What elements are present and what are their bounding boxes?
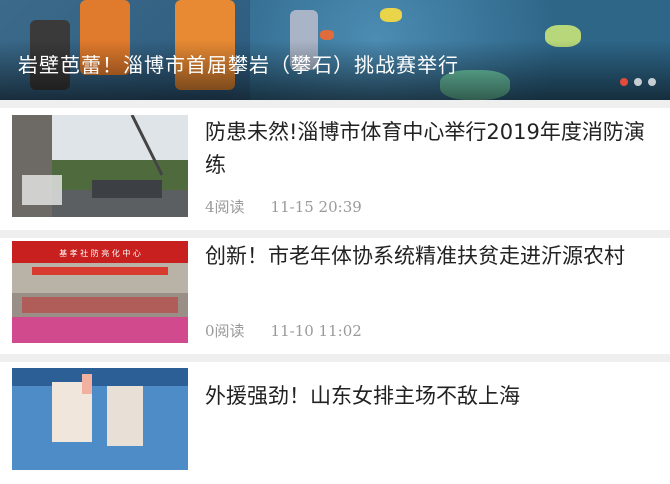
- banner-title[interactable]: 岩壁芭蕾！淄博市首届攀岩（攀石）挑战赛举行: [18, 49, 459, 78]
- news-meta: 4阅读 11-15 20:39: [205, 196, 362, 217]
- news-title[interactable]: 防患未然!淄博市体育中心举行2019年度消防演练: [205, 116, 645, 182]
- publish-time: 11-15 20:39: [270, 198, 362, 216]
- publish-time: 11-10 11:02: [270, 322, 362, 340]
- carousel-indicators: [620, 78, 656, 86]
- banner-carousel[interactable]: 岩壁芭蕾！淄博市首届攀岩（攀石）挑战赛举行: [0, 0, 670, 100]
- news-title[interactable]: 创新！市老年体协系统精准扶贫走进沂源农村: [205, 240, 645, 273]
- carousel-dot[interactable]: [648, 78, 656, 86]
- divider: [0, 230, 670, 238]
- news-title[interactable]: 外援强劲！山东女排主场不敌上海: [205, 380, 645, 413]
- carousel-dot[interactable]: [634, 78, 642, 86]
- divider: [0, 100, 670, 108]
- carousel-dot-active[interactable]: [620, 78, 628, 86]
- news-meta: 0阅读 11-10 11:02: [205, 320, 362, 341]
- news-item[interactable]: 外援强劲！山东女排主场不敌上海: [0, 362, 670, 484]
- read-count: 4阅读: [205, 198, 245, 216]
- news-thumbnail-fire-drill: [12, 115, 188, 217]
- news-thumbnail-elderly-association: 基 孝 社 防 亮 化 中 心: [12, 241, 188, 343]
- thumb-banner-text: 基 孝 社 防 亮 化 中 心: [59, 248, 141, 258]
- read-count: 0阅读: [205, 322, 245, 340]
- divider: [0, 354, 670, 362]
- climbing-hold: [320, 30, 334, 40]
- news-thumbnail-volleyball: [12, 368, 188, 470]
- news-item[interactable]: 防患未然!淄博市体育中心举行2019年度消防演练 4阅读 11-15 20:39: [0, 108, 670, 230]
- climbing-hold: [380, 8, 402, 22]
- news-item[interactable]: 基 孝 社 防 亮 化 中 心 创新！市老年体协系统精准扶贫走进沂源农村 0阅读…: [0, 238, 670, 360]
